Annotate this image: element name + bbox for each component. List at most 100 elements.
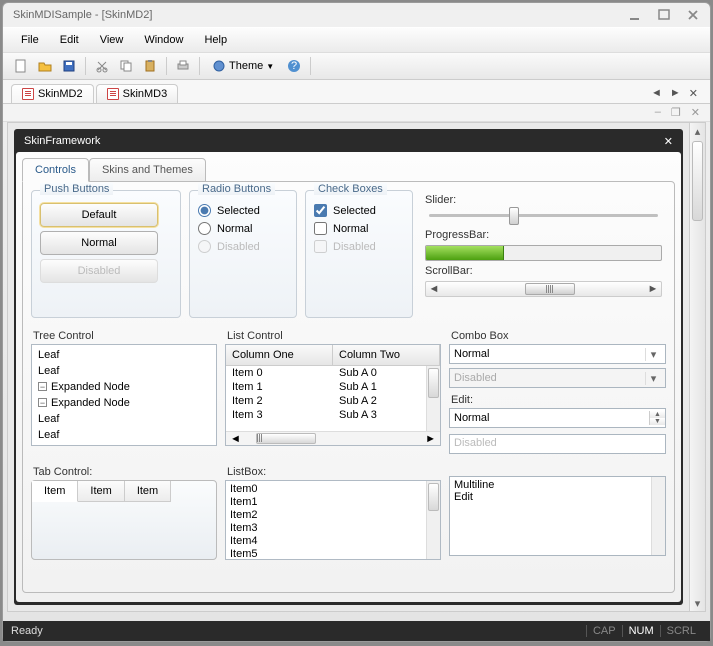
minimize-icon[interactable] bbox=[628, 9, 642, 21]
push-normal-button[interactable]: Normal bbox=[40, 231, 158, 255]
listbox[interactable]: Item0 Item1 Item2 Item3 Item4 Item5 Item… bbox=[225, 480, 441, 560]
spin-up-icon[interactable]: ▲ bbox=[650, 411, 665, 418]
menu-file[interactable]: File bbox=[13, 32, 47, 48]
push-default-button[interactable]: Default bbox=[40, 203, 158, 227]
listbox-item[interactable]: Item3 bbox=[230, 522, 436, 535]
list-row[interactable]: Item 3Sub A 3 bbox=[226, 408, 440, 422]
slider-thumb[interactable] bbox=[509, 207, 519, 225]
tabctrl-item[interactable]: Item bbox=[125, 481, 171, 502]
multiline-edit[interactable]: Multiline Edit bbox=[449, 476, 666, 556]
tree-control[interactable]: Leaf Leaf −Expanded Node −Expanded Node … bbox=[31, 344, 217, 446]
push-disabled-button: Disabled bbox=[40, 259, 158, 283]
tree-leaf[interactable]: Leaf bbox=[34, 363, 214, 379]
doctab-skinmd2[interactable]: SkinMD2 bbox=[11, 84, 94, 103]
menubar: File Edit View Window Help bbox=[3, 27, 710, 53]
scroll-down-icon[interactable]: ▾ bbox=[690, 595, 705, 611]
combo-disabled: Disabled▾ bbox=[449, 368, 666, 388]
tab-next-icon[interactable]: ► bbox=[670, 87, 681, 100]
tree-leaf[interactable]: Leaf bbox=[34, 411, 214, 427]
list-col-1[interactable]: Column One bbox=[226, 345, 333, 365]
h-scrollbar[interactable]: ◄ ► bbox=[425, 281, 662, 297]
scroll-left-icon[interactable]: ◄ bbox=[226, 433, 245, 445]
menu-window[interactable]: Window bbox=[136, 32, 191, 48]
list-vscroll[interactable] bbox=[426, 366, 440, 431]
radio-selected[interactable]: Selected bbox=[198, 204, 288, 217]
tab-controls[interactable]: Controls bbox=[22, 158, 89, 182]
collapse-icon[interactable]: − bbox=[38, 382, 47, 391]
new-icon[interactable] bbox=[11, 56, 31, 76]
chevron-down-icon[interactable]: ▾ bbox=[645, 348, 661, 361]
copy-icon[interactable] bbox=[116, 56, 136, 76]
listbox-item[interactable]: Item5 bbox=[230, 548, 436, 560]
radio-normal[interactable]: Normal bbox=[198, 222, 288, 235]
cut-icon[interactable] bbox=[92, 56, 112, 76]
scroll-up-icon[interactable]: ▴ bbox=[690, 123, 705, 139]
tree-leaf[interactable]: Leaf bbox=[34, 443, 214, 446]
menu-help[interactable]: Help bbox=[196, 32, 235, 48]
print-icon[interactable] bbox=[173, 56, 193, 76]
theme-label: Theme bbox=[229, 60, 263, 72]
tab-prev-icon[interactable]: ◄ bbox=[651, 87, 662, 100]
skinframework-panel: SkinFramework ✕ Controls Skins and Theme… bbox=[14, 129, 683, 605]
client-vscroll[interactable]: ▴ ▾ bbox=[689, 123, 705, 611]
status-num: NUM bbox=[622, 625, 660, 637]
listbox-vscroll[interactable] bbox=[426, 481, 440, 559]
menu-edit[interactable]: Edit bbox=[52, 32, 87, 48]
collapse-icon[interactable]: − bbox=[38, 398, 47, 407]
scroll-left-icon[interactable]: ◄ bbox=[426, 283, 442, 295]
save-icon[interactable] bbox=[59, 56, 79, 76]
scroll-right-icon[interactable]: ► bbox=[645, 283, 661, 295]
mdi-restore-icon[interactable]: ❐ bbox=[671, 106, 681, 119]
theme-button[interactable]: Theme ▼ bbox=[206, 57, 280, 75]
check-disabled: Disabled bbox=[314, 240, 404, 253]
list-hscroll[interactable]: ◄ ► bbox=[226, 431, 440, 445]
tree-expanded[interactable]: −Expanded Node bbox=[34, 379, 214, 395]
check-selected[interactable]: Selected bbox=[314, 204, 404, 217]
listbox-item[interactable]: Item4 bbox=[230, 535, 436, 548]
scroll-right-icon[interactable]: ► bbox=[421, 433, 440, 445]
paste-icon[interactable] bbox=[140, 56, 160, 76]
spin-down-icon[interactable]: ▼ bbox=[650, 418, 665, 425]
open-icon[interactable] bbox=[35, 56, 55, 76]
listbox-item[interactable]: Item1 bbox=[230, 496, 436, 509]
listbox-item[interactable]: Item2 bbox=[230, 509, 436, 522]
doctab-skinmd3[interactable]: SkinMD3 bbox=[96, 84, 179, 103]
close-icon[interactable] bbox=[686, 9, 700, 21]
tabctrl-item[interactable]: Item bbox=[78, 481, 124, 502]
list-control[interactable]: Column One Column Two Item 0Sub A 0 Item… bbox=[225, 344, 441, 446]
tree-label: Tree Control bbox=[33, 330, 217, 342]
panel-close-icon[interactable]: ✕ bbox=[664, 135, 673, 148]
menu-view[interactable]: View bbox=[92, 32, 132, 48]
multiline-vscroll[interactable] bbox=[651, 477, 665, 555]
mdi-minimize-icon[interactable]: – bbox=[655, 106, 661, 119]
tree-expanded[interactable]: −Expanded Node bbox=[34, 395, 214, 411]
progressbar bbox=[425, 245, 662, 261]
slider[interactable] bbox=[429, 214, 658, 217]
scroll-thumb[interactable] bbox=[525, 283, 575, 295]
list-row[interactable]: Item 1Sub A 1 bbox=[226, 380, 440, 394]
tab-skins[interactable]: Skins and Themes bbox=[89, 158, 206, 182]
titlebar: SkinMDISample - [SkinMD2] bbox=[3, 3, 710, 27]
dropdown-icon: ▼ bbox=[266, 62, 274, 71]
tree-leaf[interactable]: Leaf bbox=[34, 347, 214, 363]
list-row[interactable]: Item 2Sub A 2 bbox=[226, 394, 440, 408]
help-icon[interactable]: ? bbox=[284, 56, 304, 76]
group-check-title: Check Boxes bbox=[314, 183, 387, 195]
chevron-down-icon: ▾ bbox=[645, 372, 661, 385]
status-scrl: SCRL bbox=[660, 625, 702, 637]
listbox-item[interactable]: Item0 bbox=[230, 483, 436, 496]
maximize-icon[interactable] bbox=[657, 9, 671, 21]
combo-normal[interactable]: Normal▾ bbox=[449, 344, 666, 364]
check-normal[interactable]: Normal bbox=[314, 222, 404, 235]
list-col-2[interactable]: Column Two bbox=[333, 345, 440, 365]
tab-content: Push Buttons Default Normal Disabled Rad… bbox=[22, 181, 675, 593]
scroll-thumb[interactable] bbox=[692, 141, 703, 221]
mdi-close-icon[interactable]: ✕ bbox=[691, 106, 700, 119]
scrollbar-label: ScrollBar: bbox=[425, 265, 662, 277]
tab-close-icon[interactable]: ✕ bbox=[689, 87, 698, 100]
list-row[interactable]: Item 0Sub A 0 bbox=[226, 366, 440, 380]
tabctrl-item[interactable]: Item bbox=[32, 481, 78, 502]
edit-spinner[interactable]: Normal ▲ ▼ bbox=[449, 408, 666, 428]
panel-title: SkinFramework bbox=[24, 135, 100, 148]
tree-leaf[interactable]: Leaf bbox=[34, 427, 214, 443]
